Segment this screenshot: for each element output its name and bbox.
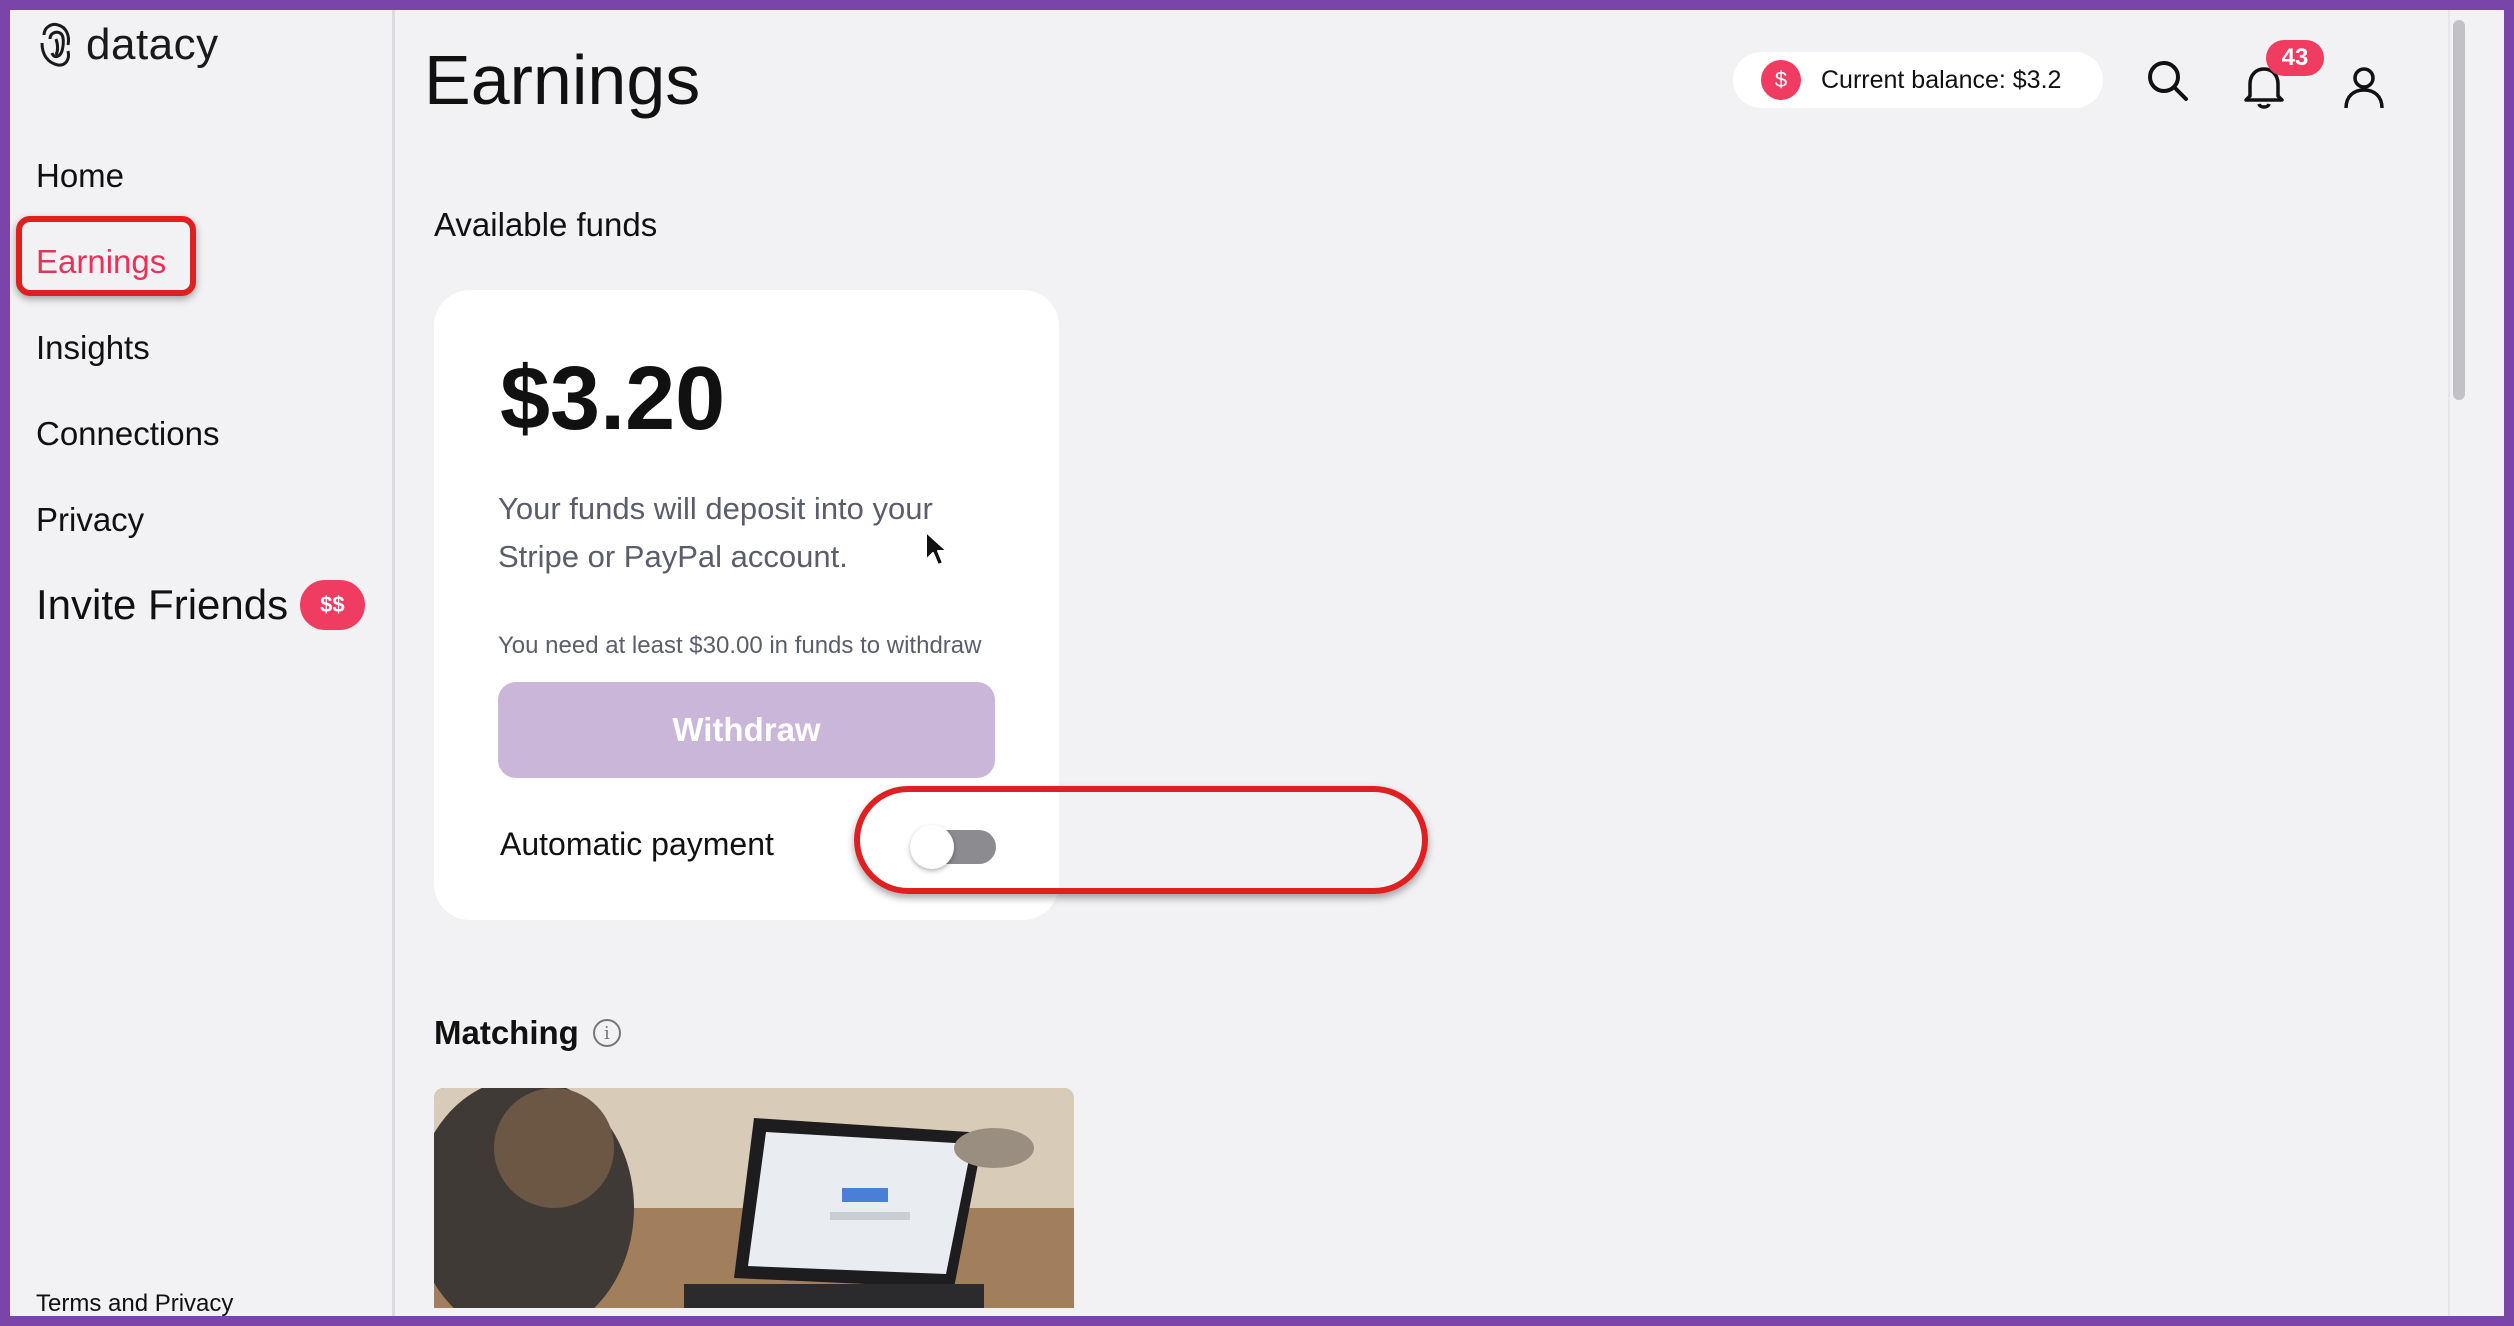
page-title: Earnings [424,41,701,119]
matching-title: Matching [434,1014,579,1051]
invite-friends-label: Invite Friends [36,581,289,628]
matching-offer-image[interactable] [434,1088,1074,1308]
automatic-payment-label: Automatic payment [500,826,774,862]
vertical-scrollbar[interactable] [2448,10,2468,1316]
minimum-withdraw-note: You need at least $30.00 in funds to wit… [498,632,982,659]
sidebar: datacy Home Earnings Insights Connection… [10,10,395,1316]
sidebar-item-privacy[interactable]: Privacy [36,501,144,539]
sidebar-item-insights[interactable]: Insights [36,329,150,367]
main-content: Earnings $ Current balance: $3.2 43 Avai… [398,10,2448,1316]
terms-and-privacy-link[interactable]: Terms and Privacy [36,1290,233,1316]
laptop-photo-illustration [434,1088,1074,1308]
matching-heading: Matching i [434,1014,621,1052]
dollar-icon: $ [1761,60,1801,100]
earnings-highlight-annotation [16,216,196,296]
funds-amount: $3.20 [500,349,726,449]
invite-friends-link[interactable]: Invite Friends $$ [36,580,365,630]
available-funds-heading: Available funds [434,206,658,243]
scrollbar-thumb[interactable] [2453,20,2465,400]
current-balance-pill[interactable]: $ Current balance: $3.2 [1733,52,2103,108]
app-window: datacy Home Earnings Insights Connection… [0,0,2514,1326]
sidebar-item-connections[interactable]: Connections [36,415,219,453]
info-icon[interactable]: i [592,1019,621,1047]
notification-count-badge: 43 [2266,40,2324,76]
sidebar-item-home[interactable]: Home [36,157,124,195]
logo[interactable]: datacy [36,20,219,70]
invite-badge: $$ [300,580,365,630]
funds-description: Your funds will deposit into your Stripe… [498,491,933,574]
logo-text: datacy [86,20,219,69]
mouse-cursor-icon [925,531,948,566]
search-icon[interactable] [2142,55,2194,107]
current-balance-label: Current balance: $3.2 [1821,65,2062,94]
user-profile-icon[interactable] [2338,62,2390,114]
automatic-payment-highlight-annotation [854,786,1428,894]
fingerprint-logo-icon [40,23,70,67]
withdraw-button[interactable]: Withdraw [498,682,995,778]
